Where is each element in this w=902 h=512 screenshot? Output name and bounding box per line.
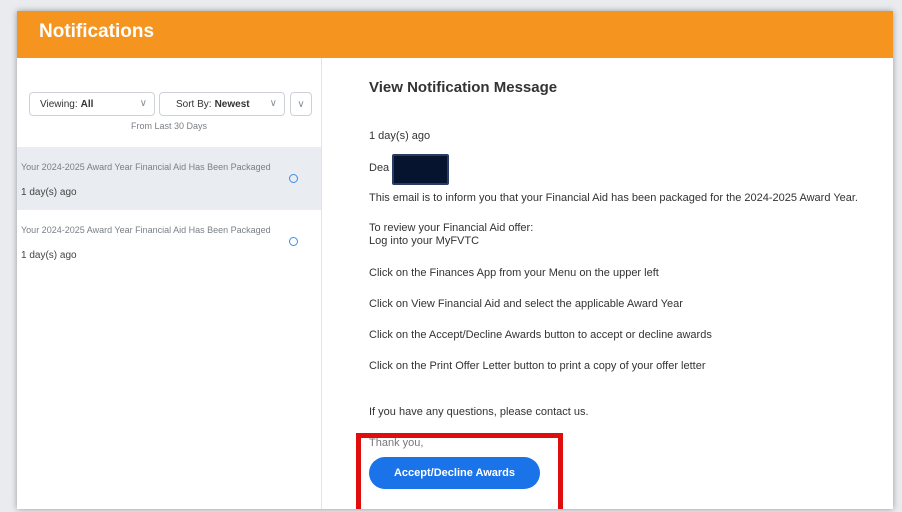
sort-order-button[interactable]: ∨ — [290, 92, 312, 116]
header-bar: Notifications — [17, 11, 893, 58]
sort-label: Sort By: — [176, 98, 212, 110]
date-range-text: From Last 30 Days — [130, 121, 208, 131]
message-line: If you have any questions, please contac… — [369, 406, 589, 418]
sort-value: Newest — [214, 98, 250, 110]
notification-list-item[interactable]: Your 2024-2025 Award Year Financial Aid … — [17, 147, 321, 210]
viewing-value: All — [80, 98, 94, 110]
message-pane: View Notification Message 1 day(s) ago D… — [322, 58, 893, 509]
viewing-filter-dropdown[interactable]: Viewing: All ∨ — [29, 92, 155, 116]
message-line: This email is to inform you that your Fi… — [369, 192, 858, 204]
notification-list-item[interactable]: Your 2024-2025 Award Year Financial Aid … — [17, 210, 321, 273]
message-line: Click on the Accept/Decline Awards butto… — [369, 329, 712, 341]
message-line: To review your Financial Aid offer: — [369, 222, 534, 234]
message-age: 1 day(s) ago — [369, 130, 431, 142]
message-title: View Notification Message — [369, 79, 558, 96]
message-greeting: Dea — [369, 162, 390, 174]
unread-circle-icon[interactable] — [289, 237, 298, 246]
message-line: Log into your MyFVTC — [369, 235, 480, 247]
message-line: Click on the Print Offer Letter button t… — [369, 360, 706, 372]
unread-circle-icon[interactable] — [289, 174, 298, 183]
chevron-down-icon: ∨ — [269, 98, 277, 109]
notification-age: 1 day(s) ago — [21, 187, 77, 198]
message-line: Click on View Financial Aid and select t… — [369, 298, 683, 310]
notification-age: 1 day(s) ago — [21, 250, 77, 261]
redaction-box — [392, 154, 449, 185]
message-line: Click on the Finances App from your Menu… — [369, 267, 659, 279]
page-title: Notifications — [39, 21, 155, 42]
highlight-box — [356, 433, 563, 509]
sort-by-dropdown[interactable]: Sort By: Newest ∨ — [159, 92, 285, 116]
notification-subject: Your 2024-2025 Award Year Financial Aid … — [21, 225, 271, 235]
chevron-down-icon: ∨ — [139, 98, 147, 109]
viewing-label: Viewing: — [40, 98, 78, 110]
notifications-window: Notifications Viewing: All ∨ Sort By: Ne… — [17, 11, 893, 509]
notification-subject: Your 2024-2025 Award Year Financial Aid … — [21, 162, 271, 172]
notification-list-pane: Viewing: All ∨ Sort By: Newest ∨ ∨ From … — [17, 58, 322, 509]
chevron-down-icon: ∨ — [297, 98, 305, 110]
